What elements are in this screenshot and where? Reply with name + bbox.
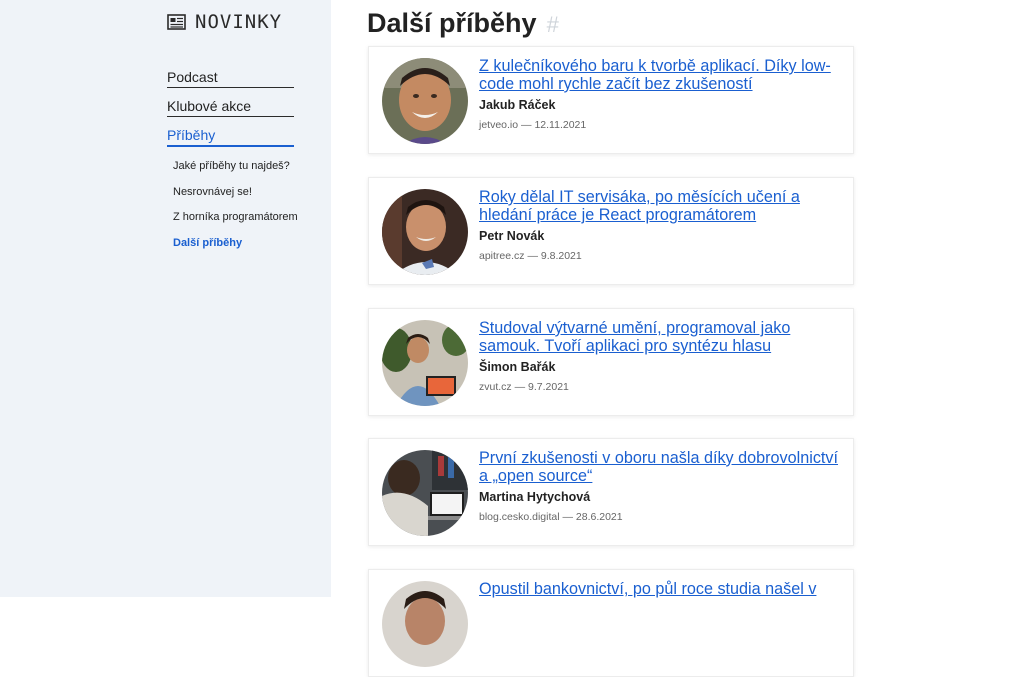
nav-item-stories[interactable]: Příběhy — [167, 124, 294, 147]
story-title-link[interactable]: Opustil bankovnictví, po půl roce studia… — [479, 580, 847, 598]
story-meta: blog.cesko.digital — 28.6.2021 — [479, 511, 623, 523]
story-card: Studoval výtvarné umění, programoval jak… — [368, 308, 854, 416]
logo[interactable]: NOVINKY — [167, 11, 282, 33]
story-title-link[interactable]: Roky dělal IT servisáka, po měsících uče… — [479, 188, 847, 224]
story-title-link[interactable]: První zkušenosti v oboru našla díky dobr… — [479, 449, 847, 485]
story-meta: jetveo.io — 12.11.2021 — [479, 119, 587, 131]
story-meta: zvut.cz — 9.7.2021 — [479, 381, 569, 393]
avatar — [382, 58, 468, 144]
story-body: Roky dělal IT servisáka, po měsících uče… — [479, 188, 847, 262]
newspaper-icon — [167, 12, 187, 32]
story-body: Z kulečníkového baru k tvorbě aplikací. … — [479, 57, 847, 131]
nav-item-podcast[interactable]: Podcast — [167, 66, 294, 88]
subnav-item-what-stories[interactable]: Jaké příběhy tu najdeš? — [167, 154, 294, 180]
anchor-link[interactable]: # — [547, 12, 559, 37]
avatar — [382, 320, 468, 406]
subnav: Jaké příběhy tu najdeš? Nesrovnávej se! … — [167, 154, 298, 257]
page-title-text: Další příběhy — [367, 8, 537, 38]
story-title-link[interactable]: Studoval výtvarné umění, programoval jak… — [479, 319, 847, 355]
subnav-item-miner-to-programmer[interactable]: Z horníka programátorem — [167, 205, 298, 231]
story-author: Jakub Ráček — [479, 98, 556, 112]
story-card: První zkušenosti v oboru našla díky dobr… — [368, 438, 854, 546]
story-author: Petr Novák — [479, 229, 545, 243]
nav-item-club-events[interactable]: Klubové akce — [167, 95, 294, 117]
story-body: První zkušenosti v oboru našla díky dobr… — [479, 449, 847, 523]
story-meta: apitree.cz — 9.8.2021 — [479, 250, 582, 262]
story-title-link[interactable]: Z kulečníkového baru k tvorbě aplikací. … — [479, 57, 847, 93]
subnav-item-more-stories[interactable]: Další příběhy — [167, 231, 294, 257]
story-card: Opustil bankovnictví, po půl roce studia… — [368, 569, 854, 677]
story-body: Opustil bankovnictví, po půl roce studia… — [479, 580, 847, 598]
subnav-item-dont-compare[interactable]: Nesrovnávej se! — [167, 180, 294, 206]
story-card: Roky dělal IT servisáka, po měsících uče… — [368, 177, 854, 285]
page-title: Další příběhy # — [367, 8, 559, 39]
story-card: Z kulečníkového baru k tvorbě aplikací. … — [368, 46, 854, 154]
story-author: Martina Hytychová — [479, 490, 591, 504]
logo-text: NOVINKY — [195, 11, 283, 33]
avatar — [382, 450, 468, 536]
sidebar-nav: Podcast Klubové akce Příběhy Jaké příběh… — [167, 66, 298, 257]
sidebar: NOVINKY Podcast Klubové akce Příběhy Jak… — [0, 0, 331, 597]
avatar — [382, 581, 468, 667]
avatar — [382, 189, 468, 275]
story-author: Šimon Bařák — [479, 360, 556, 374]
story-body: Studoval výtvarné umění, programoval jak… — [479, 319, 847, 393]
